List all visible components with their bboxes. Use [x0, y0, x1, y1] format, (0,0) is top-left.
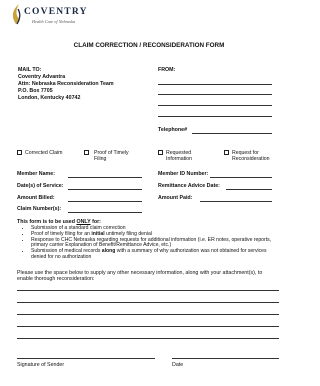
signature-field[interactable] [17, 358, 155, 359]
amount-billed-label: Amount Billed: [17, 195, 55, 201]
requested-information-checkbox[interactable] [158, 150, 163, 155]
dates-of-service-label: Date(s) of Service: [17, 183, 64, 189]
mail-to-line-2: Attn: Nebraska Reconsideration Team [18, 81, 114, 87]
amount-billed-field[interactable] [68, 201, 142, 202]
member-name-label: Member Name: [17, 171, 55, 177]
usage-bullet: Submission of medical records along with… [31, 248, 276, 261]
usage-bullet-list: Submission of a standard claim correctio… [22, 225, 276, 261]
mail-to-heading: MAIL TO: [18, 67, 42, 73]
amount-paid-label: Amount Paid: [158, 195, 193, 201]
telephone-field[interactable] [192, 133, 272, 134]
remittance-advice-date-label: Remittance Advice Date: [158, 183, 220, 189]
notes-line-3[interactable] [17, 314, 279, 315]
dates-of-service-field[interactable] [68, 189, 142, 190]
signature-label: Signature of Sender [17, 362, 65, 368]
from-line-4[interactable] [158, 116, 272, 117]
proof-timely-filing-checkbox[interactable] [84, 150, 89, 155]
date-label: Date [172, 362, 184, 368]
instructions-text: Please use the space below to supply any… [17, 270, 263, 283]
form-title: CLAIM CORRECTION / RECONSIDERATION FORM [73, 42, 225, 49]
notes-line-1[interactable] [17, 290, 279, 291]
corrected-claim-checkbox[interactable] [17, 150, 22, 155]
mail-to-line-3: P.O. Box 7705 [18, 88, 53, 94]
brand-tagline: Health Care of Nebraska [32, 19, 76, 24]
request-reconsideration-label-2: Reconsideration [232, 156, 270, 162]
member-name-field[interactable] [68, 177, 142, 178]
from-heading: FROM: [158, 67, 176, 73]
notes-line-2[interactable] [17, 302, 279, 303]
claim-numbers-label: Claim Number(s): [17, 206, 62, 212]
member-id-field[interactable] [210, 177, 272, 178]
coventry-logo-mark [9, 3, 23, 25]
requested-information-label-2: Information [166, 156, 192, 162]
request-reconsideration-checkbox[interactable] [224, 150, 229, 155]
proof-timely-filing-label-2: Filing [94, 156, 107, 162]
mail-to-line-1: Coventry Advantra [18, 74, 66, 80]
telephone-label: Telephone# [158, 127, 188, 133]
from-line-3[interactable] [158, 105, 272, 106]
claim-numbers-field[interactable] [68, 212, 142, 213]
brand-name: COVENTRY [24, 7, 88, 17]
usage-bullet-text: Response to CHC Nebraska regarding reque… [31, 236, 272, 249]
from-line-1[interactable] [158, 84, 272, 85]
remittance-advice-date-field[interactable] [226, 189, 272, 190]
usage-bullet-emphasis: along [101, 248, 116, 255]
notes-line-4[interactable] [17, 326, 279, 327]
corrected-claim-label: Corrected Claim [25, 150, 63, 156]
member-id-label: Member ID Number: [158, 171, 209, 177]
mail-to-line-4: London, Kentucky 40742 [18, 95, 81, 101]
from-line-2[interactable] [158, 94, 272, 95]
amount-paid-field[interactable] [200, 201, 272, 202]
date-field[interactable] [172, 358, 279, 359]
notes-line-5[interactable] [17, 338, 279, 339]
